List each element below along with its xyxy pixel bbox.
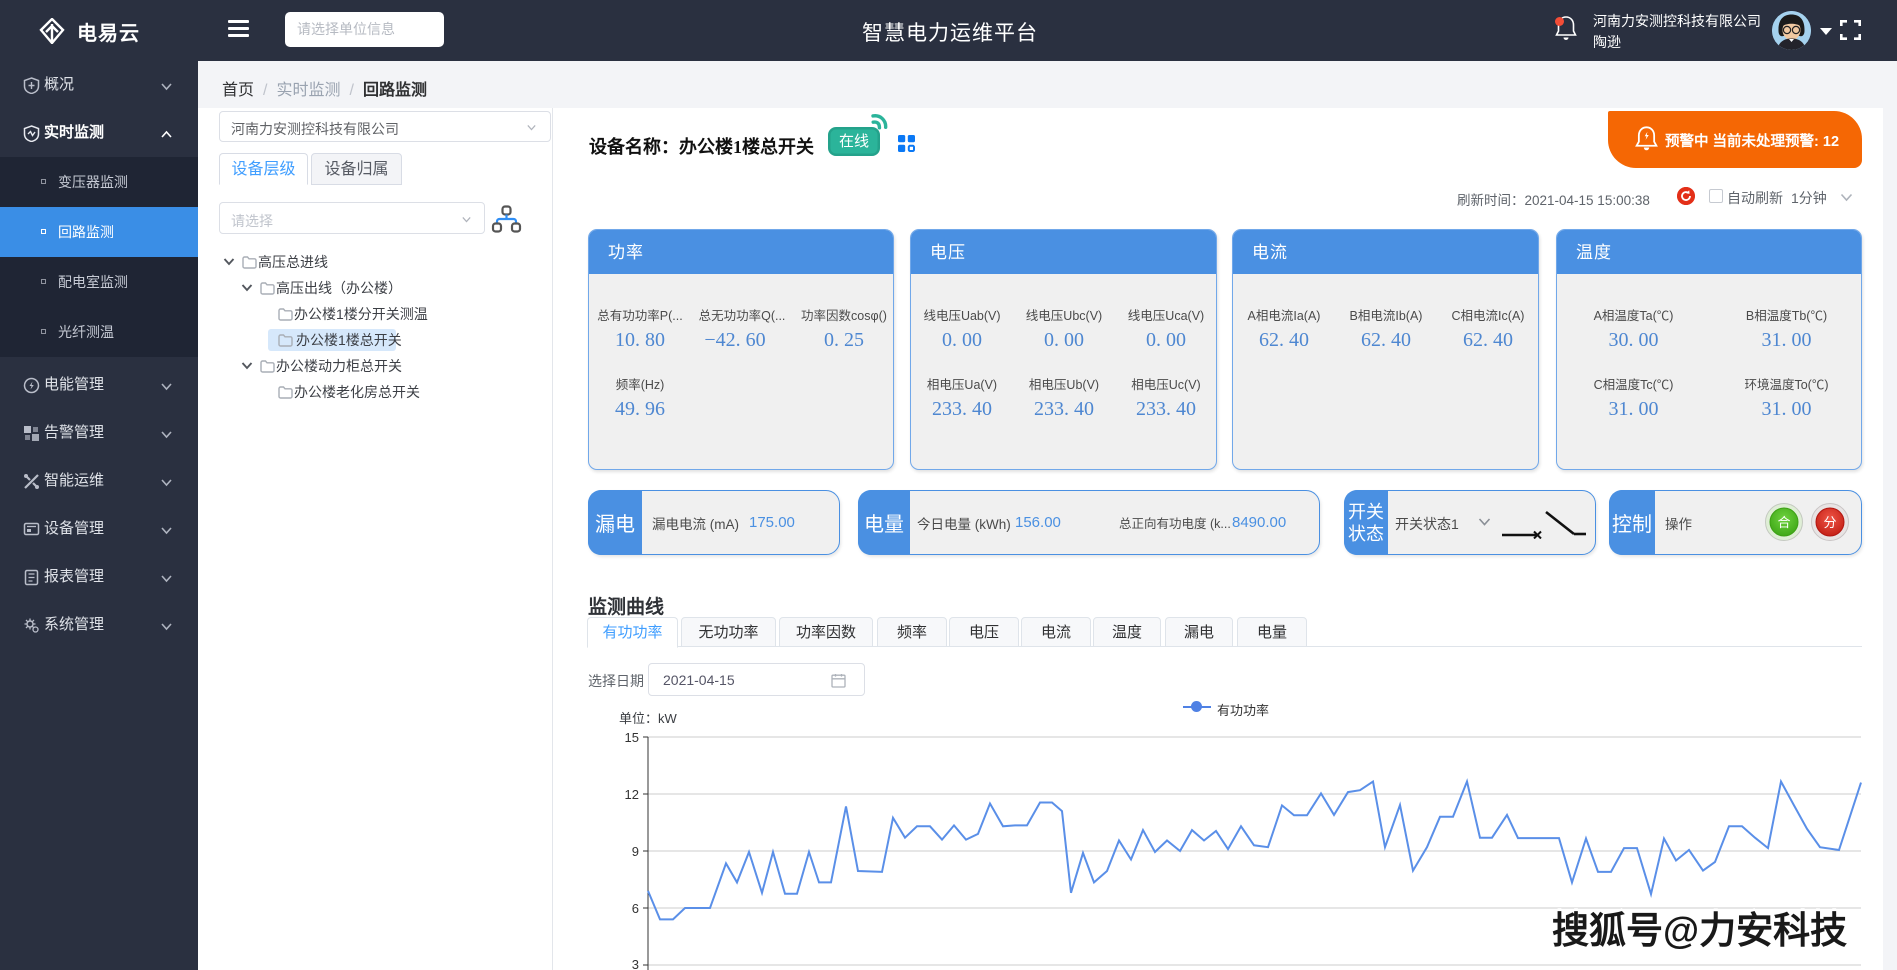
- svg-text:6: 6: [632, 901, 639, 916]
- svg-text:15: 15: [625, 730, 639, 745]
- svg-text:9: 9: [632, 844, 639, 859]
- svg-text:3: 3: [632, 957, 639, 970]
- svg-text:合: 合: [1777, 515, 1790, 530]
- svg-text:分: 分: [1823, 515, 1836, 530]
- svg-text:12: 12: [625, 787, 639, 802]
